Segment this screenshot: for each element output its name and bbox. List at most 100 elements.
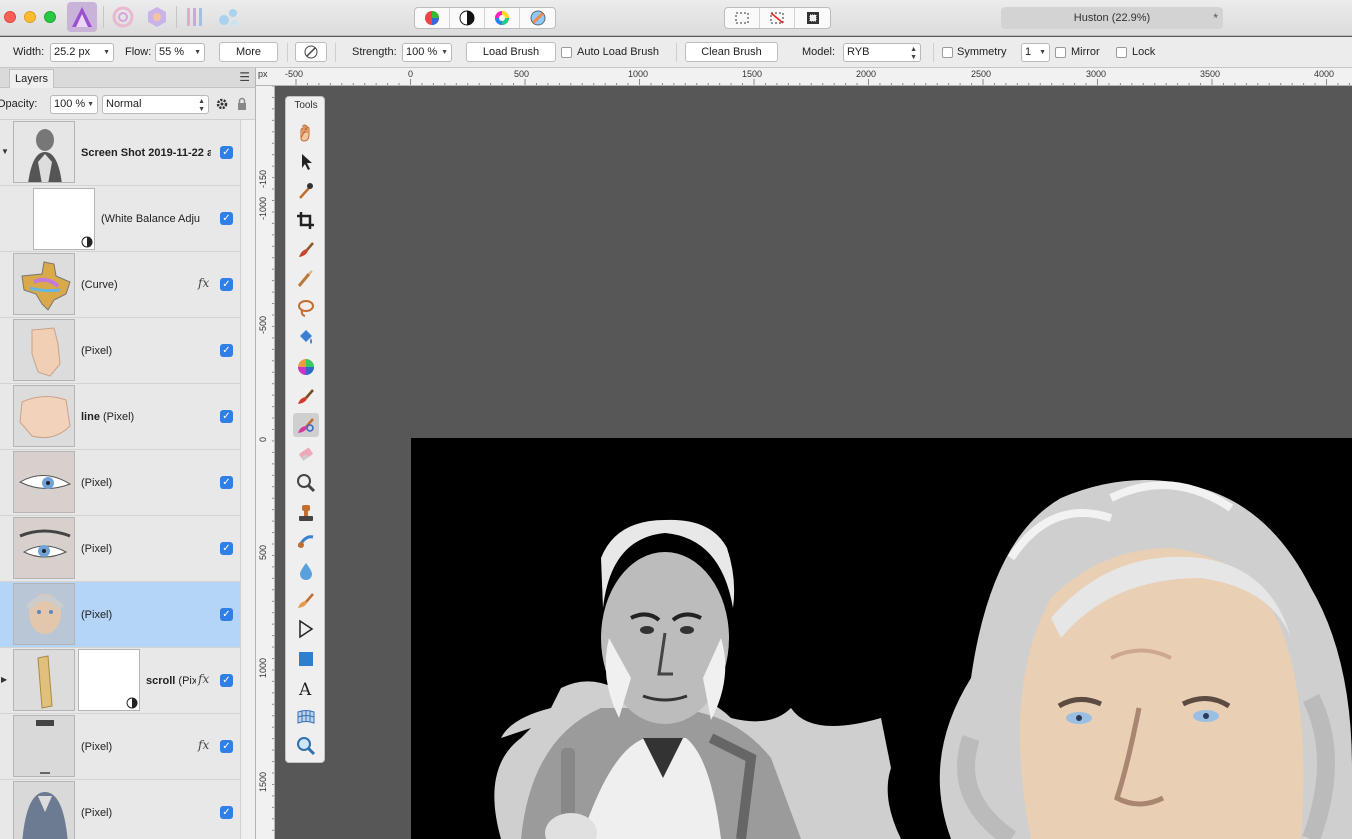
layer-visibility-checkbox[interactable]: ✓ [220,608,233,621]
text-tool[interactable]: A [293,676,319,700]
layer-visibility-checkbox[interactable]: ✓ [220,674,233,687]
clone-tool[interactable] [293,501,319,525]
auto-load-brush-checkbox[interactable] [561,47,572,58]
fx-icon[interactable]: fx [198,738,209,752]
mirror-checkbox[interactable] [1055,47,1066,58]
tab-layers[interactable]: Layers [9,69,55,88]
layer-visibility-checkbox[interactable]: ✓ [220,806,233,819]
minimize-window-button[interactable] [24,11,36,23]
document-title[interactable]: Huston (22.9%) * [1001,7,1223,29]
pressure-button[interactable] [295,42,327,62]
freehand-selection-tool[interactable] [293,296,319,320]
layer-visibility-checkbox[interactable]: ✓ [220,740,233,753]
width-field[interactable]: 25.2 px ▼ [50,43,114,62]
dodge-icon [297,474,316,493]
healing-tool[interactable] [293,588,319,612]
zoom-tool[interactable] [293,734,319,758]
blend-mode-select[interactable]: Normal ▲ ▼ [102,95,209,114]
symmetry-checkbox[interactable] [942,47,953,58]
layer-row[interactable]: line (Pixel) ✓ [0,384,240,450]
erase-tool[interactable] [293,442,319,466]
panel-menu-icon[interactable]: ☰ [239,70,250,84]
ruler-label: 4000 [1314,69,1335,79]
strength-field[interactable]: 100 % ▼ [402,43,452,62]
clone-icon [299,504,313,521]
symmetry-count-value: 1 [1025,46,1032,58]
color-picker-tool[interactable] [293,179,319,203]
layer-row[interactable]: (Pixel) ✓ [0,780,240,839]
layer-row-selected[interactable]: (Pixel) ✓ [0,582,240,648]
layer-row[interactable]: (Pixel) fx ✓ [0,714,240,780]
flow-field[interactable]: 55 % ▼ [155,43,205,62]
liquify-persona-button[interactable] [108,2,138,32]
model-label: Model: [802,46,836,58]
lock-checkbox[interactable] [1116,47,1127,58]
layer-thumbnail [13,649,75,711]
canvas-area[interactable] [276,87,1352,839]
paint-mixer-icon [299,241,314,257]
dodge-tool[interactable] [293,471,319,495]
rectangle-tool[interactable] [293,647,319,671]
color-wheel-button[interactable] [485,8,520,28]
layer-row[interactable]: (Pixel) ✓ [0,318,240,384]
ruler-label: 0 [258,436,268,442]
layer-row[interactable]: (Curve) fx ✓ [0,252,240,318]
load-brush-button[interactable]: Load Brush [466,42,556,62]
black-white-button[interactable] [450,8,485,28]
deselect-button[interactable] [760,8,795,28]
tone-mapping-persona-button[interactable] [180,2,210,32]
channels-button[interactable] [415,8,450,28]
soft-proof-button[interactable] [520,8,555,28]
ruler-label: -500 [258,315,268,334]
layer-visibility-checkbox[interactable]: ✓ [220,476,233,489]
layer-options-bar: Opacity: 100 % ▼ Normal ▲ ▼ [0,89,255,120]
close-window-button[interactable] [4,11,16,23]
layer-row[interactable]: (White Balance Adju ✓ [0,186,240,252]
fx-icon[interactable]: fx [198,672,209,686]
flood-fill-tool[interactable] [293,325,319,349]
lock-icon[interactable] [236,97,248,111]
paint-brush-tool[interactable] [293,384,319,408]
clean-brush-button[interactable]: Clean Brush [685,42,778,62]
layer-row[interactable]: (Pixel) ✓ [0,450,240,516]
layers-scrollbar[interactable] [240,120,255,839]
blur-tool[interactable] [293,559,319,583]
gear-icon[interactable] [215,97,229,111]
layer-visibility-checkbox[interactable]: ✓ [220,344,233,357]
invert-selection-button[interactable] [795,8,830,28]
gradient-tool[interactable] [293,355,319,379]
layer-row[interactable]: (Pixel) ✓ [0,516,240,582]
move-tool[interactable] [293,150,319,174]
develop-persona-button[interactable] [142,2,172,32]
more-button[interactable]: More [219,42,278,62]
paint-mixer-tool[interactable] [293,238,319,262]
layer-visibility-checkbox[interactable]: ✓ [220,212,233,225]
smudge-tool[interactable] [293,530,319,554]
marquee-selection-button[interactable] [725,8,760,28]
layer-visibility-checkbox[interactable]: ✓ [220,146,233,159]
hand-tool[interactable] [293,121,319,145]
document-title-text: Huston (22.9%) [1073,12,1151,24]
crop-tool[interactable] [293,209,319,233]
selection-brush-tool[interactable] [293,267,319,291]
mesh-warp-tool[interactable] [293,705,319,729]
layer-row[interactable]: ▶ scroll (Pix fx ✓ [0,648,240,714]
export-persona-button[interactable] [214,2,244,32]
fx-icon[interactable]: fx [198,276,209,290]
mixer-brush-tool[interactable] [293,413,319,437]
layer-row[interactable]: ▼ Screen Shot 2019-11-22 a ✓ [0,120,240,186]
disclosure-triangle-icon[interactable]: ▼ [1,147,9,156]
model-select[interactable]: RYB ▲ ▼ [843,43,921,62]
layer-visibility-checkbox[interactable]: ✓ [220,410,233,423]
pen-tool[interactable] [293,617,319,641]
photo-persona-button[interactable] [67,2,97,32]
ruler-label: 500 [258,544,268,560]
layer-visibility-checkbox[interactable]: ✓ [220,542,233,555]
document-artwork[interactable] [411,438,1352,839]
symmetry-count-field[interactable]: 1 ▼ [1021,43,1050,62]
opacity-field[interactable]: 100 % ▼ [50,95,98,114]
black-white-icon [459,10,475,26]
disclosure-triangle-icon[interactable]: ▶ [1,675,7,684]
zoom-window-button[interactable] [44,11,56,23]
layer-visibility-checkbox[interactable]: ✓ [220,278,233,291]
